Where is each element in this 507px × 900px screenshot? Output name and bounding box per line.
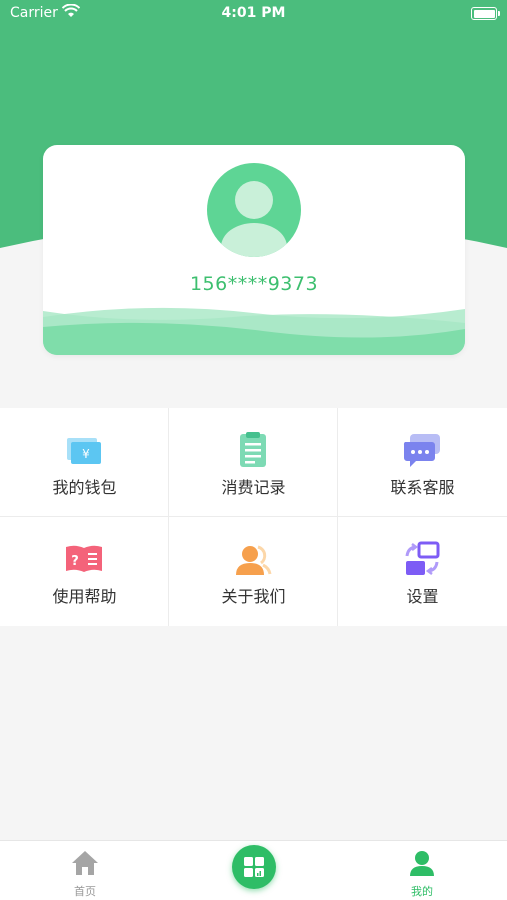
- menu-label: 使用帮助: [52, 587, 117, 606]
- menu-item-records[interactable]: 消费记录: [169, 408, 338, 517]
- menu-label: 联系客服: [390, 478, 455, 497]
- menu-label: 设置: [406, 587, 439, 606]
- tab-mine[interactable]: 我的: [362, 841, 482, 900]
- phone-number: 156****9373: [189, 273, 319, 295]
- settings-swap-icon: [405, 541, 440, 575]
- avatar[interactable]: [207, 163, 301, 257]
- user-silhouette-icon: [221, 181, 287, 257]
- profile-card[interactable]: 156****9373: [43, 145, 465, 355]
- menu-label: 我的钱包: [52, 478, 117, 497]
- grid-chart-icon: [244, 857, 264, 877]
- user-icon: [410, 851, 434, 876]
- center-action-button[interactable]: [232, 845, 276, 889]
- svg-text:¥: ¥: [82, 447, 90, 461]
- menu-label: 消费记录: [221, 478, 286, 497]
- menu-grid: ¥ 我的钱包 消费记录 联系客服 ? 使用帮助 关于我们 设置: [0, 408, 507, 626]
- status-bar: Carrier 4:01 PM: [0, 0, 507, 28]
- tab-mine-label: 我的: [411, 885, 433, 898]
- tab-home[interactable]: 首页: [25, 841, 145, 900]
- chat-icon: [403, 434, 440, 467]
- about-users-icon: [236, 545, 272, 575]
- menu-item-settings[interactable]: 设置: [338, 517, 507, 626]
- clipboard-icon: [240, 432, 266, 467]
- home-icon: [72, 851, 98, 875]
- menu-item-help[interactable]: ? 使用帮助: [0, 517, 169, 626]
- menu-item-about[interactable]: 关于我们: [169, 517, 338, 626]
- wallet-icon: ¥: [67, 438, 101, 464]
- help-book-icon: ?: [66, 545, 102, 572]
- menu-item-wallet[interactable]: ¥ 我的钱包: [0, 408, 169, 517]
- battery-icon: [471, 7, 500, 20]
- status-time: 4:01 PM: [221, 5, 286, 21]
- svg-text:?: ?: [71, 554, 79, 569]
- tab-home-label: 首页: [74, 885, 96, 898]
- menu-label: 关于我们: [221, 587, 286, 606]
- menu-item-contact[interactable]: 联系客服: [338, 408, 507, 517]
- card-wave-decoration: [43, 307, 465, 355]
